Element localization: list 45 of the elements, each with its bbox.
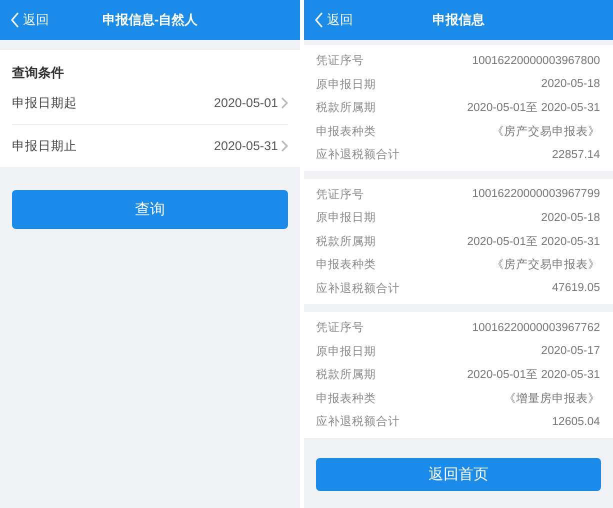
field-label: 申报表种类 — [316, 392, 376, 406]
chevron-left-icon — [10, 12, 20, 28]
chevron-right-icon — [281, 140, 288, 152]
field-label: 申报表种类 — [316, 124, 376, 139]
field-label: 应补退税额合计 — [316, 414, 400, 430]
field-value: 《房产交易申报表》 — [492, 257, 600, 272]
field-value: 2020-05-01至 2020-05-31 — [467, 368, 600, 382]
field-label: 应补退税额合计 — [316, 281, 400, 296]
field-label: 申报表种类 — [316, 258, 376, 272]
field-value: 10016220000003967799 — [472, 188, 600, 200]
field-value: 12605.04 — [552, 416, 600, 428]
chevron-right-icon — [281, 97, 288, 109]
page-title: 申报信息 — [432, 11, 484, 29]
field-value: 2020-05-18 — [541, 212, 600, 224]
date-value[interactable]: 2020-05-31 — [214, 139, 278, 153]
field-label: 税款所属期 — [316, 234, 376, 249]
field-value: 22857.14 — [552, 148, 600, 161]
chevron-left-icon — [314, 12, 324, 28]
field-value: 2020-05-01至 2020-05-31 — [467, 234, 600, 249]
field-label: 原申报日期 — [316, 210, 376, 226]
field-value: 《房产交易申报表》 — [492, 124, 600, 139]
field-label: 凭证序号 — [316, 53, 364, 68]
date-value[interactable]: 2020-05-01 — [214, 96, 278, 110]
query-button[interactable]: 查询 — [12, 190, 288, 229]
field-value: 《增量房申报表》 — [504, 391, 600, 406]
field-value: 47619.05 — [552, 282, 600, 294]
page-title: 申报信息-自然人 — [102, 11, 198, 29]
field-label: 税款所属期 — [316, 368, 376, 382]
field-label: 凭证序号 — [316, 320, 364, 336]
home-button[interactable]: 返回首页 — [316, 458, 601, 490]
field-label: 原申报日期 — [316, 78, 376, 92]
field-label: 凭证序号 — [316, 187, 364, 202]
back-button[interactable]: 返回 — [312, 0, 355, 40]
field-label: 申报日期起 — [12, 94, 77, 112]
field-value: 2020-05-18 — [541, 78, 600, 90]
section-title: 查询条件 — [12, 64, 65, 82]
field-label: 应补退税额合计 — [316, 147, 400, 162]
field-label: 税款所属期 — [316, 100, 376, 116]
field-value: 2020-05-17 — [541, 345, 600, 358]
field-label: 原申报日期 — [316, 344, 376, 359]
back-button[interactable]: 返回 — [8, 0, 51, 40]
field-value: 10016220000003967762 — [472, 322, 600, 334]
field-value: 2020-05-01至 2020-05-31 — [467, 101, 600, 116]
field-value: 10016220000003967800 — [472, 54, 600, 67]
field-label: 申报日期止 — [12, 138, 77, 154]
